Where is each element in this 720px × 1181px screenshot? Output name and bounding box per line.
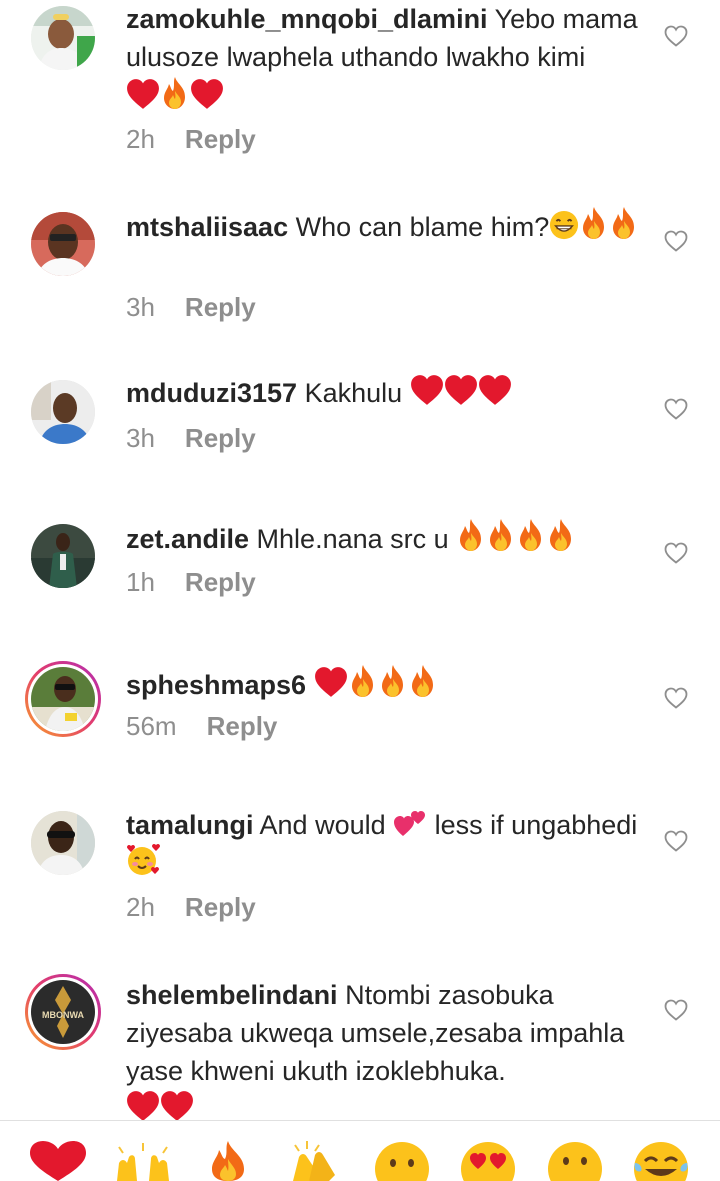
comment-username[interactable]: zet.andile <box>126 524 249 554</box>
grinning-face-icon <box>549 210 579 240</box>
comment-username[interactable]: mduduzi3157 <box>126 378 297 408</box>
reply-button[interactable]: Reply <box>185 892 256 922</box>
red-heart-icon <box>126 78 160 110</box>
like-heart-icon[interactable] <box>664 25 688 47</box>
mbonwa-logo: MBONWA <box>31 980 95 1044</box>
reply-button[interactable]: Reply <box>185 292 256 322</box>
avatar[interactable] <box>31 6 95 70</box>
red-heart-icon <box>160 1090 194 1122</box>
like-heart-icon[interactable] <box>664 398 688 420</box>
avatar[interactable] <box>25 661 101 737</box>
reply-button[interactable]: Reply <box>185 423 256 453</box>
fire-icon <box>348 664 378 698</box>
red-heart-icon <box>190 78 224 110</box>
reply-button[interactable]: Reply <box>207 711 278 741</box>
comment-time: 3h <box>126 292 155 322</box>
red-heart-icon <box>478 374 512 406</box>
comment-text: tamalungi And would less if ungabhedi <box>126 806 646 882</box>
like-heart-icon[interactable] <box>664 542 688 564</box>
comment-time: 1h <box>126 567 155 597</box>
comment-meta: 3h Reply <box>126 421 256 455</box>
avatar[interactable]: MBONWA <box>25 974 101 1050</box>
heart-eyes-icon[interactable] <box>458 1141 518 1181</box>
like-heart-icon[interactable] <box>664 230 688 252</box>
fire-icon <box>378 664 408 698</box>
smiling-face-with-hearts-icon <box>126 844 160 876</box>
surprised-face-icon[interactable] <box>545 1141 605 1181</box>
svg-text:MBONWA: MBONWA <box>42 1010 84 1020</box>
comment-username[interactable]: shelembelindani <box>126 980 338 1010</box>
comment-time: 56m <box>126 711 177 741</box>
fire-icon <box>160 76 190 110</box>
comment-body: Who can blame him? <box>295 212 550 242</box>
like-heart-icon[interactable] <box>664 830 688 852</box>
raising-hands-icon[interactable] <box>113 1141 173 1181</box>
comment-username[interactable]: tamalungi <box>126 810 254 840</box>
comment-meta: 3h Reply <box>126 290 256 324</box>
comment-time: 2h <box>126 892 155 922</box>
comment-text: mtshaliisaac Who can blame him? <box>126 206 646 246</box>
comment-username[interactable]: zamokuhle_mnqobi_dlamini <box>126 4 488 34</box>
red-heart-icon[interactable] <box>28 1141 88 1181</box>
fire-icon <box>516 518 546 552</box>
red-heart-icon <box>126 1090 160 1122</box>
fire-icon <box>579 206 609 240</box>
comment-text: mduduzi3157 Kakhulu <box>126 374 646 412</box>
fire-icon <box>456 518 486 552</box>
avatar[interactable] <box>31 524 95 588</box>
comment-text: shelembelindani Ntombi zasobuka ziyesaba… <box>126 976 646 1128</box>
reply-button[interactable]: Reply <box>185 567 256 597</box>
red-heart-icon <box>314 666 348 698</box>
comment-meta: 2h Reply <box>126 890 256 924</box>
quick-emoji-bar <box>0 1120 720 1181</box>
comment-meta: 2h Reply <box>126 122 256 156</box>
comment-body: And would <box>259 810 386 840</box>
fire-icon <box>486 518 516 552</box>
red-heart-icon <box>444 374 478 406</box>
comment-body: Kakhulu <box>304 378 403 408</box>
tears-of-joy-icon[interactable] <box>631 1141 691 1181</box>
comment-username[interactable]: mtshaliisaac <box>126 212 288 242</box>
fire-icon <box>546 518 576 552</box>
fire-icon[interactable] <box>198 1141 258 1181</box>
clapping-hands-icon[interactable] <box>285 1141 345 1181</box>
like-heart-icon[interactable] <box>664 687 688 709</box>
fire-icon <box>408 664 438 698</box>
comment-body-2: less if ungabhedi <box>434 810 638 840</box>
fire-icon <box>609 206 639 240</box>
comment-time: 2h <box>126 124 155 154</box>
comment-meta: 1h Reply <box>126 565 256 599</box>
comment-text: zet.andile Mhle.nana src u <box>126 518 646 558</box>
comment-body: Mhle.nana src u <box>256 524 449 554</box>
comment-time: 3h <box>126 423 155 453</box>
reply-button[interactable]: Reply <box>185 124 256 154</box>
crying-face-icon[interactable] <box>372 1141 432 1181</box>
avatar[interactable] <box>31 380 95 444</box>
avatar[interactable] <box>31 212 95 276</box>
two-hearts-icon <box>393 808 427 838</box>
comment-username[interactable]: spheshmaps6 <box>126 670 306 700</box>
comment-text: zamokuhle_mnqobi_dlamini Yebo mama uluso… <box>126 0 646 116</box>
comment-meta: 56m Reply <box>126 709 277 743</box>
red-heart-icon <box>410 374 444 406</box>
like-heart-icon[interactable] <box>664 999 688 1021</box>
comment-text: spheshmaps6 <box>126 664 646 704</box>
avatar[interactable] <box>31 811 95 875</box>
